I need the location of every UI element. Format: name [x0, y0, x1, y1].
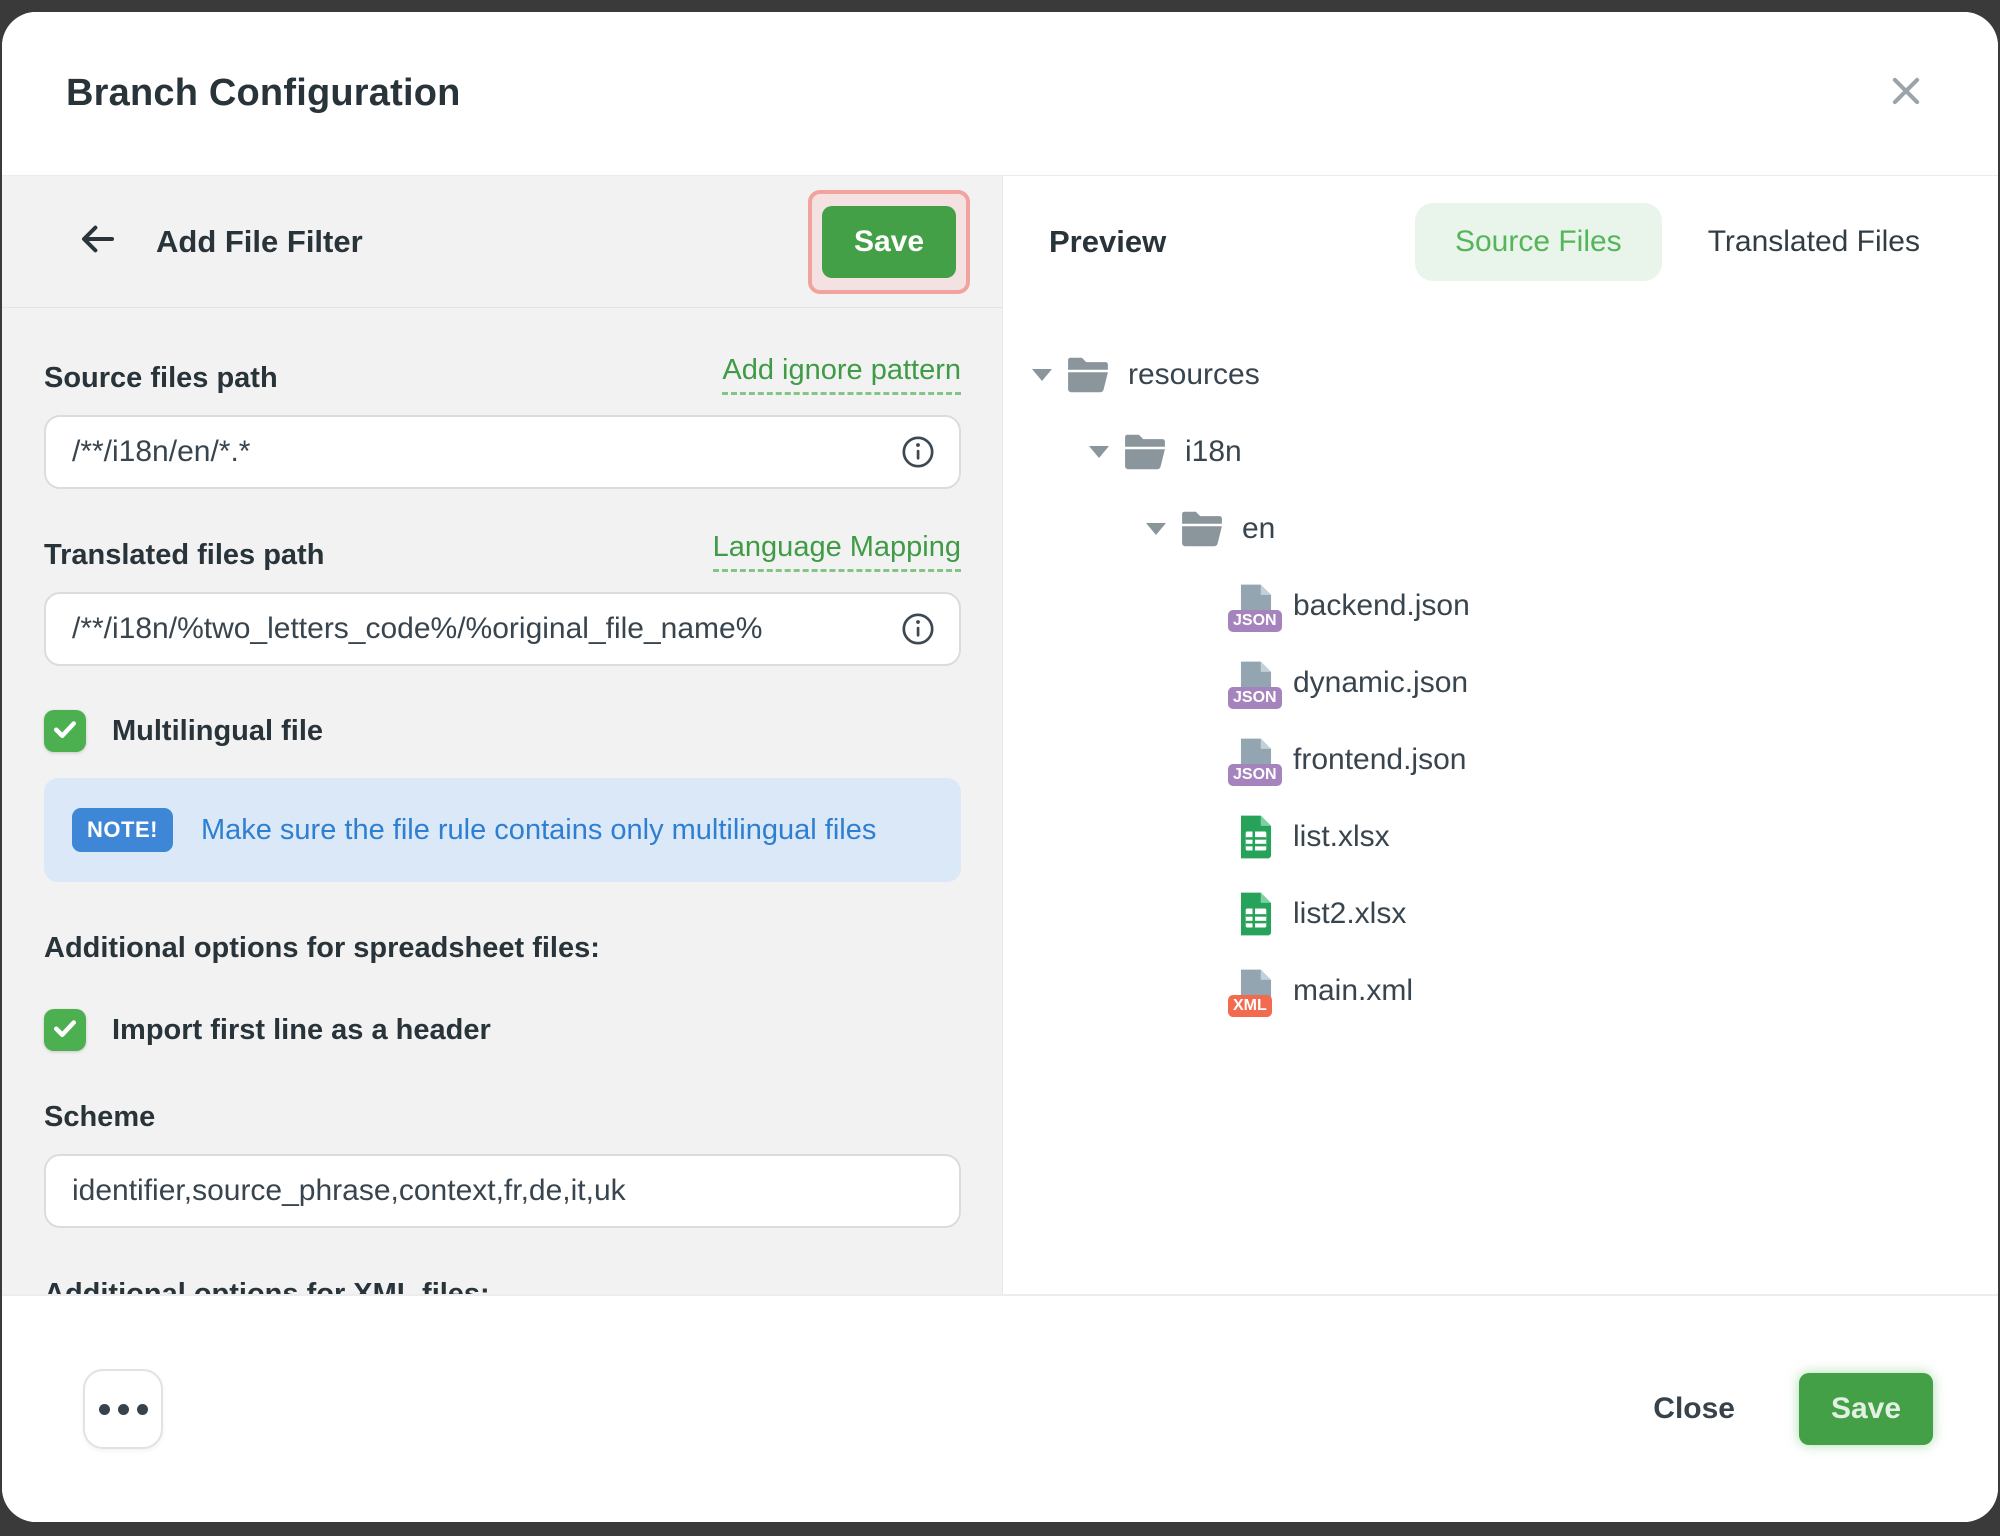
- tree-file-list.xlsx[interactable]: list.xlsx: [1003, 798, 1998, 875]
- folder-icon: [1123, 433, 1167, 471]
- more-options-button[interactable]: [83, 1369, 163, 1449]
- file-tree-panel: resources i18n en JSON backend.json JSON dynam…: [1003, 308, 1998, 1294]
- source-path-label: Source files path: [44, 362, 278, 395]
- save-button-highlight: Save: [808, 190, 970, 294]
- tree-item-label: main.xml: [1293, 974, 1413, 1008]
- modal-footer: Close Save: [2, 1294, 1998, 1522]
- scheme-label: Scheme: [44, 1101, 961, 1134]
- panel-title: Add File Filter: [156, 224, 363, 260]
- language-mapping-link[interactable]: Language Mapping: [713, 531, 961, 572]
- json-file-icon: JSON: [1237, 660, 1275, 706]
- source-path-input[interactable]: /**/i18n/en/*.*: [44, 415, 961, 489]
- modal-title: Branch Configuration: [66, 72, 461, 115]
- file-filter-toolbar: Add File Filter Save: [2, 176, 1003, 308]
- note-badge: NOTE!: [72, 808, 173, 852]
- tree-folder-en[interactable]: en: [1003, 490, 1998, 567]
- multilingual-file-row: Multilingual file: [44, 710, 961, 752]
- import-first-line-row: Import first line as a header: [44, 1009, 961, 1051]
- close-icon: [1887, 72, 1925, 115]
- save-button[interactable]: Save: [822, 206, 956, 278]
- tree-file-dynamic.json[interactable]: JSON dynamic.json: [1003, 644, 1998, 721]
- tree-item-label: i18n: [1185, 435, 1242, 469]
- scheme-input[interactable]: identifier,source_phrase,context,fr,de,i…: [44, 1154, 961, 1228]
- translated-path-label: Translated files path: [44, 539, 324, 572]
- translated-path-input[interactable]: /**/i18n/%two_letters_code%/%original_fi…: [44, 592, 961, 666]
- json-file-icon: JSON: [1237, 583, 1275, 629]
- ellipsis-icon: [99, 1404, 148, 1415]
- import-first-line-checkbox[interactable]: [44, 1009, 86, 1051]
- close-modal-button[interactable]: Close: [1639, 1382, 1749, 1436]
- tree-folder-i18n[interactable]: i18n: [1003, 413, 1998, 490]
- modal-content: Source files path Add ignore pattern /**…: [2, 308, 1998, 1294]
- file-type-badge: XML: [1228, 995, 1272, 1017]
- xlsx-file-icon: [1237, 814, 1275, 860]
- tree-file-backend.json[interactable]: JSON backend.json: [1003, 567, 1998, 644]
- checkmark-icon: [50, 714, 80, 749]
- tree-folder-resources[interactable]: resources: [1003, 336, 1998, 413]
- tree-item-label: resources: [1128, 358, 1260, 392]
- preview-tabs: Source Files Translated Files: [1415, 203, 1920, 281]
- folder-icon: [1066, 356, 1110, 394]
- folder-icon: [1180, 510, 1224, 548]
- preview-toolbar: Preview Source Files Translated Files: [1003, 176, 1998, 308]
- chevron-down-icon[interactable]: [1089, 446, 1109, 458]
- file-type-badge: JSON: [1228, 687, 1282, 709]
- preview-title: Preview: [1049, 224, 1166, 260]
- file-filter-form: Source files path Add ignore pattern /**…: [2, 308, 1003, 1294]
- close-button[interactable]: [1886, 74, 1926, 114]
- tree-item-label: en: [1242, 512, 1275, 546]
- tree-file-list2.xlsx[interactable]: list2.xlsx: [1003, 875, 1998, 952]
- multilingual-file-checkbox[interactable]: [44, 710, 86, 752]
- chevron-down-icon[interactable]: [1032, 369, 1052, 381]
- tree-item-label: list2.xlsx: [1293, 897, 1406, 931]
- tree-item-label: dynamic.json: [1293, 666, 1468, 700]
- file-tree: resources i18n en JSON backend.json JSON dynam…: [1003, 336, 1998, 1029]
- tree-file-frontend.json[interactable]: JSON frontend.json: [1003, 721, 1998, 798]
- tab-translated-files[interactable]: Translated Files: [1708, 225, 1920, 259]
- tree-item-label: frontend.json: [1293, 743, 1466, 777]
- modal-header: Branch Configuration: [2, 12, 1998, 176]
- json-file-icon: JSON: [1237, 737, 1275, 783]
- import-first-line-label: Import first line as a header: [112, 1014, 491, 1047]
- tree-item-label: list.xlsx: [1293, 820, 1390, 854]
- file-type-badge: JSON: [1228, 764, 1282, 786]
- info-icon[interactable]: [901, 612, 935, 646]
- note-box: NOTE! Make sure the file rule contains o…: [44, 778, 961, 882]
- add-ignore-pattern-link[interactable]: Add ignore pattern: [722, 354, 961, 395]
- checkmark-icon: [50, 1013, 80, 1048]
- footer-save-button[interactable]: Save: [1799, 1373, 1933, 1445]
- info-icon[interactable]: [901, 435, 935, 469]
- multilingual-file-label: Multilingual file: [112, 715, 323, 748]
- spreadsheet-options-heading: Additional options for spreadsheet files…: [44, 932, 961, 965]
- back-button[interactable]: [76, 220, 120, 264]
- branch-configuration-modal: Branch Configuration Add File Filter Sav…: [2, 12, 1998, 1522]
- arrow-left-icon: [77, 218, 119, 265]
- toolbar: Add File Filter Save Preview Source File…: [2, 176, 1998, 308]
- tree-file-main.xml[interactable]: XML main.xml: [1003, 952, 1998, 1029]
- xml-options-heading: Additional options for XML files:: [44, 1278, 961, 1294]
- xml-file-icon: XML: [1237, 968, 1275, 1014]
- chevron-down-icon[interactable]: [1146, 523, 1166, 535]
- tree-item-label: backend.json: [1293, 589, 1470, 623]
- tab-source-files[interactable]: Source Files: [1415, 203, 1662, 281]
- note-text: Make sure the file rule contains only mu…: [201, 814, 876, 847]
- xlsx-file-icon: [1237, 891, 1275, 937]
- file-type-badge: JSON: [1228, 610, 1282, 632]
